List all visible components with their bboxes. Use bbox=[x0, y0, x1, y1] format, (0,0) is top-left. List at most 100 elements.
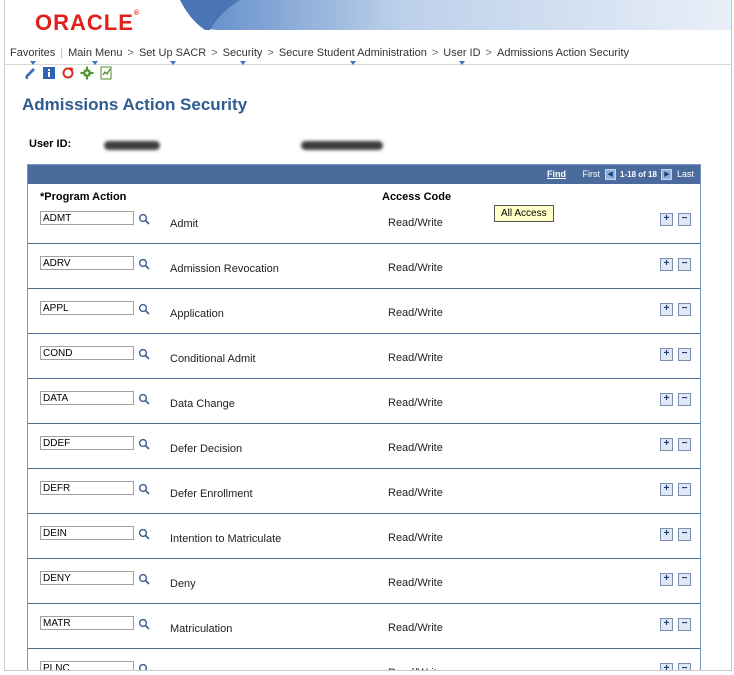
redacted-user-id bbox=[104, 141, 160, 150]
add-row-button[interactable]: + bbox=[660, 393, 673, 406]
delete-row-button[interactable]: − bbox=[678, 438, 691, 451]
breadcrumb-security[interactable]: Security bbox=[223, 47, 263, 59]
program-action-input[interactable]: DATA bbox=[40, 391, 134, 405]
add-row-button[interactable]: + bbox=[660, 663, 673, 670]
redacted-user-name bbox=[301, 141, 383, 150]
program-action-input[interactable]: COND bbox=[40, 346, 134, 360]
add-row-button[interactable]: + bbox=[660, 483, 673, 496]
access-code-value[interactable]: Read/Write bbox=[388, 487, 443, 499]
program-action-description: Deny bbox=[170, 578, 196, 590]
program-action-description: Defer Enrollment bbox=[170, 488, 253, 500]
delete-row-button[interactable]: − bbox=[678, 663, 691, 670]
page-title: Admissions Action Security bbox=[22, 95, 248, 114]
table-row: MATR Matriculation Read/Write + − bbox=[28, 603, 700, 649]
row-range: 1-18 of 18 bbox=[620, 170, 657, 179]
delete-row-button[interactable]: − bbox=[678, 348, 691, 361]
program-action-description: Data Change bbox=[170, 398, 235, 410]
lookup-icon[interactable] bbox=[138, 392, 150, 405]
table-row: DEFR Defer Enrollment Read/Write + − bbox=[28, 468, 700, 514]
last-link[interactable]: Last bbox=[677, 169, 694, 179]
lookup-icon[interactable] bbox=[138, 617, 150, 630]
program-action-input[interactable]: APPL bbox=[40, 301, 134, 315]
program-action-description: Admission Revocation bbox=[170, 263, 279, 275]
table-row: DEIN Intention to Matriculate Read/Write + − bbox=[28, 513, 700, 559]
table-row: COND Conditional Admit Read/Write + − bbox=[28, 333, 700, 379]
program-action-input[interactable]: DEIN bbox=[40, 526, 134, 540]
program-action-input[interactable]: DDEF bbox=[40, 436, 134, 450]
program-action-grid: Find First ◀ 1-18 of 18 ▶ Last *Program … bbox=[27, 164, 701, 670]
delete-row-button[interactable]: − bbox=[678, 573, 691, 586]
lookup-icon[interactable] bbox=[138, 347, 150, 360]
lookup-icon[interactable] bbox=[138, 257, 150, 270]
access-code-value[interactable]: Read/Write bbox=[388, 577, 443, 589]
info-icon[interactable] bbox=[42, 66, 56, 80]
breadcrumb: Favorites | Main Menu > Set Up SACR > Security… bbox=[5, 44, 731, 65]
program-action-description: Conditional Admit bbox=[170, 353, 256, 365]
breadcrumb-favorites[interactable]: Favorites bbox=[10, 47, 55, 59]
access-code-value[interactable]: Read/Write bbox=[388, 532, 443, 544]
next-arrow-icon[interactable]: ▶ bbox=[661, 169, 673, 181]
add-row-button[interactable]: + bbox=[660, 213, 673, 226]
add-row-button[interactable]: + bbox=[660, 528, 673, 541]
delete-row-button[interactable]: − bbox=[678, 528, 691, 541]
breadcrumb-secure-student-admin[interactable]: Secure Student Administration bbox=[279, 47, 427, 59]
tooltip-all-access: All Access bbox=[494, 205, 554, 222]
access-code-value[interactable]: Read/Write bbox=[388, 667, 443, 670]
add-row-button[interactable]: + bbox=[660, 573, 673, 586]
breadcrumb-main-menu[interactable]: Main Menu bbox=[68, 47, 122, 59]
lookup-icon[interactable] bbox=[138, 302, 150, 315]
table-row: PLNC Read/Write +− bbox=[28, 648, 700, 670]
program-action-description: Intention to Matriculate bbox=[170, 533, 282, 545]
access-code-value[interactable]: Read/Write bbox=[388, 307, 443, 319]
program-action-input[interactable]: MATR bbox=[40, 616, 134, 630]
previous-arrow-icon[interactable]: ◀ bbox=[604, 169, 616, 181]
lookup-icon[interactable] bbox=[138, 437, 150, 450]
add-row-button[interactable]: + bbox=[660, 618, 673, 631]
lookup-icon[interactable] bbox=[138, 662, 150, 670]
breadcrumb-user-id[interactable]: User ID bbox=[443, 47, 480, 59]
delete-row-button[interactable]: − bbox=[678, 618, 691, 631]
delete-row-button[interactable]: − bbox=[678, 303, 691, 316]
delete-row-button[interactable]: − bbox=[678, 483, 691, 496]
table-row: ADRV Admission Revocation Read/Write + − bbox=[28, 243, 700, 289]
user-id-label: User ID: bbox=[29, 138, 72, 150]
pencil-icon[interactable] bbox=[23, 66, 37, 80]
first-link[interactable]: First bbox=[583, 169, 601, 179]
delete-row-button[interactable]: − bbox=[678, 258, 691, 271]
delete-row-button[interactable]: − bbox=[678, 213, 691, 226]
lookup-icon[interactable] bbox=[138, 572, 150, 585]
access-code-value[interactable]: Read/Write bbox=[388, 352, 443, 364]
access-code-value[interactable]: Read/Write bbox=[388, 622, 443, 634]
access-code-value[interactable]: Read/Write bbox=[388, 217, 443, 229]
table-row: DDEF Defer Decision Read/Write + − bbox=[28, 423, 700, 469]
delete-row-button[interactable]: − bbox=[678, 393, 691, 406]
access-code-value[interactable]: Read/Write bbox=[388, 442, 443, 454]
lookup-icon[interactable] bbox=[138, 212, 150, 225]
oracle-logo: ORACLE® bbox=[35, 10, 141, 35]
refresh-icon[interactable] bbox=[61, 66, 75, 80]
report-icon[interactable] bbox=[99, 66, 113, 80]
grid-header-bar: Find First ◀ 1-18 of 18 ▶ Last bbox=[28, 165, 700, 184]
access-code-value[interactable]: Read/Write bbox=[388, 262, 443, 274]
header-banner bbox=[180, 0, 731, 30]
lookup-icon[interactable] bbox=[138, 527, 150, 540]
table-row: ADMT Admit Read/Write + − bbox=[28, 198, 700, 244]
table-row: APPL Application Read/Write + − bbox=[28, 288, 700, 334]
table-row: DATA Data Change Read/Write + − bbox=[28, 378, 700, 424]
program-action-input[interactable]: ADRV bbox=[40, 256, 134, 270]
program-action-input[interactable]: DEFR bbox=[40, 481, 134, 495]
program-action-input[interactable]: ADMT bbox=[40, 211, 134, 225]
access-code-value[interactable]: Read/Write bbox=[388, 397, 443, 409]
gear-icon[interactable] bbox=[80, 66, 94, 80]
find-link[interactable]: Find bbox=[547, 169, 566, 179]
program-action-input[interactable]: DENY bbox=[40, 571, 134, 585]
add-row-button[interactable]: + bbox=[660, 258, 673, 271]
program-action-input[interactable]: PLNC bbox=[40, 661, 134, 670]
lookup-icon[interactable] bbox=[138, 482, 150, 495]
add-row-button[interactable]: + bbox=[660, 348, 673, 361]
breadcrumb-set-up-sacr[interactable]: Set Up SACR bbox=[139, 47, 206, 59]
program-action-description: Admit bbox=[170, 218, 199, 230]
add-row-button[interactable]: + bbox=[660, 438, 673, 451]
add-row-button[interactable]: + bbox=[660, 303, 673, 316]
breadcrumb-current-page: Admissions Action Security bbox=[496, 47, 630, 59]
